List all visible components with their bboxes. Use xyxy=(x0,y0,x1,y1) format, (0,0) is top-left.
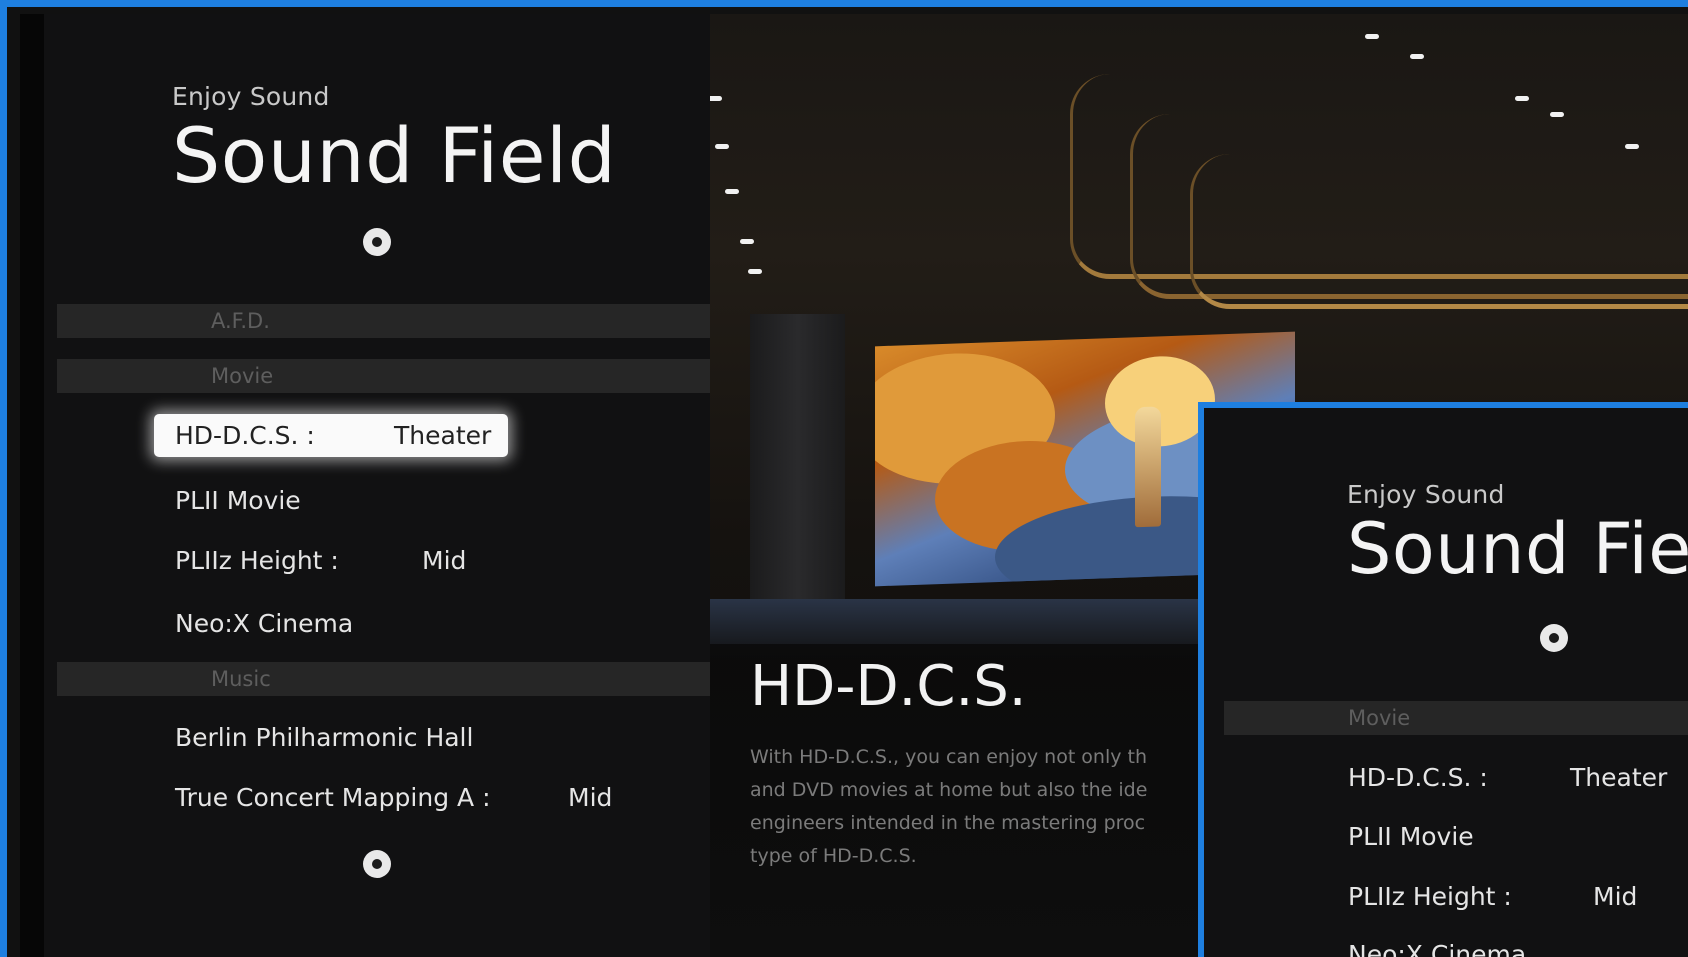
category-afd: A.F.D. xyxy=(57,304,734,338)
wall-light xyxy=(748,269,762,274)
description-line: engineers intended in the mastering proc xyxy=(750,812,1146,834)
panel-title: Sound Field xyxy=(172,111,617,200)
feature-description: With HD-D.C.S., you can enjoy not only t… xyxy=(750,741,1180,873)
ceiling-light xyxy=(1365,34,1379,39)
menu-item-berlin-philharmonic[interactable]: Berlin Philharmonic Hall xyxy=(175,723,595,759)
menu-item-value: Theater xyxy=(394,421,492,450)
description-line: With HD-D.C.S., you can enjoy not only t… xyxy=(750,746,1148,768)
description-line: and DVD movies at home but also the ide xyxy=(750,779,1148,801)
inset-scroll-up-icon[interactable] xyxy=(1540,624,1568,652)
wall-light xyxy=(710,96,722,101)
panel-subtitle: Enjoy Sound xyxy=(172,82,330,111)
menu-item-label: PLII Movie xyxy=(175,486,301,515)
menu-item-label: PLII Movie xyxy=(1348,822,1474,851)
scroll-down-icon[interactable] xyxy=(363,850,391,878)
inset-item-neox-cinema[interactable]: Neo:X Cinema xyxy=(1348,940,1688,957)
scroll-up-icon[interactable] xyxy=(363,228,391,256)
sound-field-panel: Enjoy Sound Sound Field A.F.D. Movie HD-… xyxy=(20,14,734,957)
ceiling-light xyxy=(1625,144,1639,149)
menu-item-plii-movie[interactable]: PLII Movie xyxy=(175,486,575,522)
menu-item-label: Neo:X Cinema xyxy=(1348,940,1527,957)
wall-light xyxy=(725,189,739,194)
feature-title: HD-D.C.S. xyxy=(750,654,1027,719)
description-line: type of HD-D.C.S. xyxy=(750,845,917,867)
menu-item-label: True Concert Mapping A : xyxy=(175,783,491,812)
inset-category-movie: Movie xyxy=(1224,701,1688,735)
menu-item-pliiz-height[interactable]: PLIIz Height : Mid xyxy=(175,546,575,582)
menu-item-label: PLIIz Height : xyxy=(1348,882,1512,911)
ceiling-trim xyxy=(1190,154,1688,309)
inset-item-hd-dcs[interactable]: HD-D.C.S. : Theater xyxy=(1348,763,1688,799)
inset-item-plii-movie[interactable]: PLII Movie xyxy=(1348,822,1688,858)
menu-item-label: Neo:X Cinema xyxy=(175,609,354,638)
side-curtain xyxy=(750,314,845,604)
category-music: Music xyxy=(57,662,734,696)
inset-item-pliiz-height[interactable]: PLIIz Height : Mid xyxy=(1348,882,1688,918)
menu-item-label: HD-D.C.S. : xyxy=(175,421,315,450)
ceiling-light xyxy=(1550,112,1564,117)
menu-item-label: HD-D.C.S. : xyxy=(1348,763,1488,792)
torch-lady-statue xyxy=(1135,406,1161,528)
category-movie: Movie xyxy=(57,359,734,393)
menu-item-label: PLIIz Height : xyxy=(175,546,339,575)
app-frame: Enjoy Sound Sound Field A.F.D. Movie HD-… xyxy=(0,0,1688,957)
menu-item-hd-dcs[interactable]: HD-D.C.S. : Theater xyxy=(154,414,508,457)
wall-light xyxy=(715,144,729,149)
menu-item-value: Mid xyxy=(422,546,467,575)
menu-item-value: Mid xyxy=(568,783,613,812)
inset-subtitle: Enjoy Sound xyxy=(1347,480,1505,509)
inset-sound-field-panel: Enjoy Sound Sound Fie Movie HD-D.C.S. : … xyxy=(1198,402,1688,957)
ceiling-light xyxy=(1515,96,1529,101)
menu-item-true-concert-mapping[interactable]: True Concert Mapping A : Mid xyxy=(175,783,635,819)
menu-item-label: Berlin Philharmonic Hall xyxy=(175,723,474,752)
menu-item-value: Mid xyxy=(1593,882,1638,911)
wall-light xyxy=(740,239,754,244)
ceiling-light xyxy=(1410,54,1424,59)
menu-item-neox-cinema[interactable]: Neo:X Cinema xyxy=(175,609,575,645)
menu-item-value: Theater xyxy=(1570,763,1668,792)
inset-title: Sound Fie xyxy=(1347,508,1688,590)
